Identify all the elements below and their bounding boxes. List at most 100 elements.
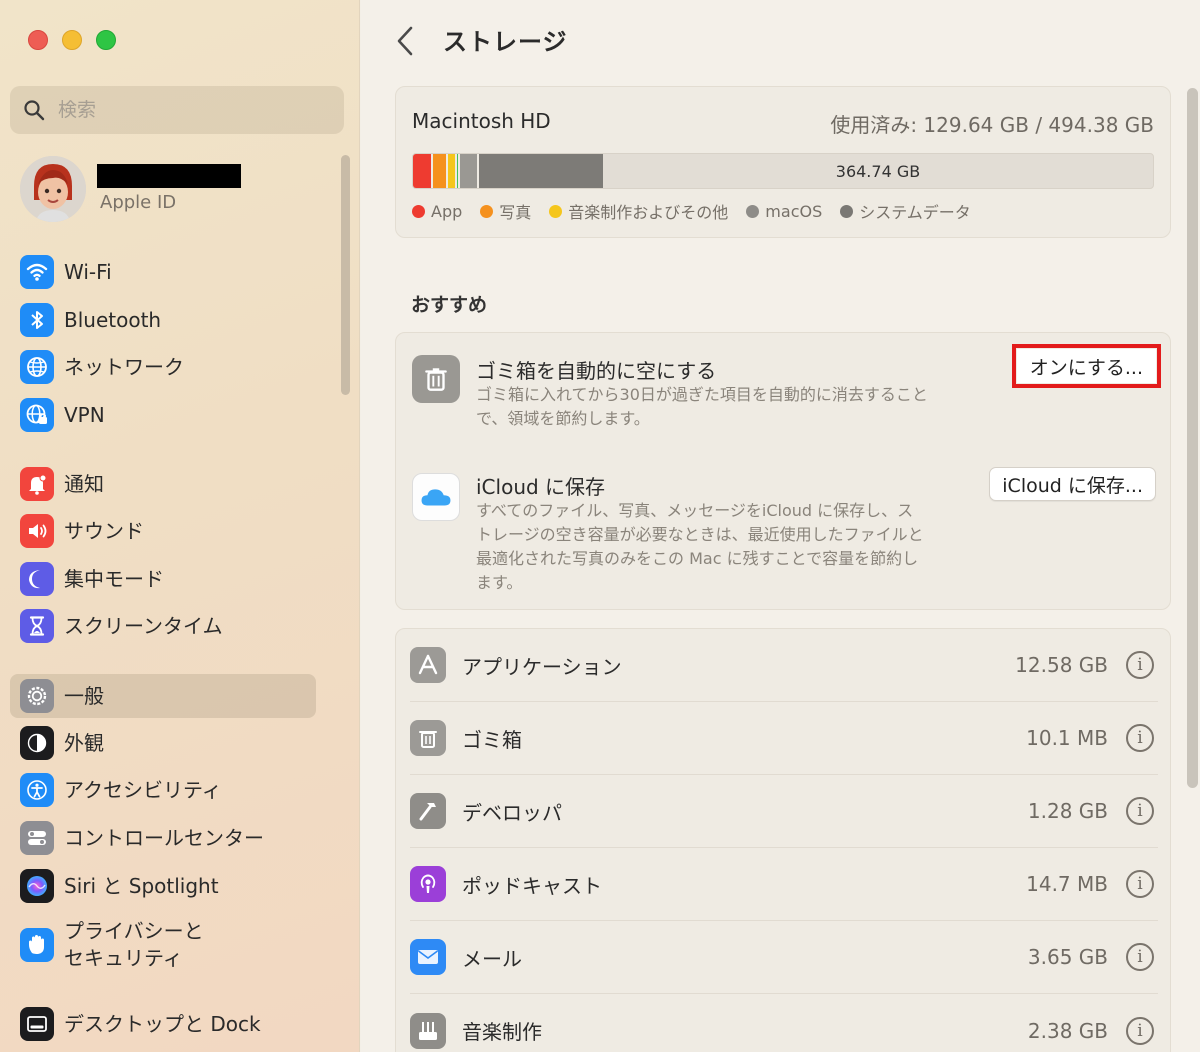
appearance-icon bbox=[20, 726, 54, 760]
storage-category-row[interactable]: ポッドキャスト 14.7 MB i bbox=[410, 848, 1158, 921]
sidebar-item-dock[interactable]: デスクトップと Dock bbox=[10, 1002, 316, 1046]
legend-label: システムデータ bbox=[859, 203, 971, 222]
sidebar-item-label: Wi-Fi bbox=[64, 259, 112, 284]
rec-desc-line: で、領域を節約します。 bbox=[476, 409, 650, 428]
legend-dot bbox=[840, 204, 854, 218]
storage-category-row[interactable]: アプリケーション 12.58 GB i bbox=[410, 629, 1158, 702]
disk-usage-card: Macintosh HD 使用済み: 129.64 GB / 494.38 GB… bbox=[395, 86, 1171, 238]
music-creation-icon bbox=[410, 1012, 446, 1049]
sidebar-item-vpn-globe[interactable]: VPN bbox=[10, 393, 316, 437]
sidebar-item-label: コントロールセンター bbox=[64, 825, 264, 850]
storage-usage-bar: 364.74 GB bbox=[412, 153, 1154, 189]
sidebar-item-label: 通知 bbox=[64, 471, 104, 496]
vpn-globe-icon bbox=[20, 398, 54, 432]
dock-icon bbox=[20, 1007, 54, 1041]
sidebar-item-bluetooth[interactable]: Bluetooth bbox=[10, 298, 316, 342]
info-icon[interactable]: i bbox=[1126, 1016, 1154, 1045]
globe-icon bbox=[20, 350, 54, 384]
rec-icloud: iCloud に保存 すべてのファイル、写真、メッセージをiCloud に保存し… bbox=[396, 453, 1170, 611]
sidebar-item-appearance[interactable]: 外観 bbox=[10, 721, 316, 765]
legend-item: App bbox=[412, 202, 462, 221]
toggles-icon bbox=[20, 821, 54, 855]
legend-item: システムデータ bbox=[840, 199, 971, 223]
back-chevron-icon[interactable] bbox=[393, 24, 417, 58]
avatar bbox=[20, 156, 86, 222]
sidebar-item-speaker[interactable]: サウンド bbox=[10, 509, 316, 553]
legend-label: 音楽制作およびその他 bbox=[568, 203, 729, 222]
store-in-icloud-button[interactable]: iCloud に保存... bbox=[989, 467, 1156, 501]
info-icon[interactable]: i bbox=[1126, 651, 1154, 679]
legend-label: App bbox=[431, 201, 463, 221]
info-icon[interactable]: i bbox=[1126, 797, 1154, 825]
legend-label: macOS bbox=[765, 201, 823, 221]
search-input[interactable] bbox=[58, 99, 318, 121]
storage-pane: ストレージ Macintosh HD 使用済み: 129.64 GB / 494… bbox=[361, 0, 1200, 1052]
sidebar-scrollbar[interactable] bbox=[341, 155, 350, 395]
search-icon bbox=[24, 100, 45, 121]
sidebar-item-label: プライバシーと セキュリティ bbox=[64, 919, 204, 970]
category-size: 12.58 GB bbox=[1015, 653, 1108, 677]
category-label: 音楽制作 bbox=[462, 1020, 542, 1044]
recommendations-card: ゴミ箱を自動的に空にする ゴミ箱に入れてから30日が過ぎた項目を自動的に消去する… bbox=[395, 332, 1171, 610]
info-icon[interactable]: i bbox=[1126, 724, 1154, 752]
rec-desc-line: すべてのファイル、写真、メッセージをiCloud に保存し、ス bbox=[476, 501, 914, 520]
sidebar-item-label: デスクトップと Dock bbox=[64, 1011, 261, 1036]
sidebar-item-label: アクセシビリティ bbox=[64, 777, 222, 802]
category-size: 14.7 MB bbox=[1026, 872, 1108, 896]
legend-dot bbox=[746, 204, 760, 218]
storage-categories-list: アプリケーション 12.58 GB i ゴミ箱 10.1 MB i デベロッパ 1.28 GB… bbox=[395, 628, 1171, 1052]
sidebar-item-gear[interactable]: 一般 bbox=[10, 674, 316, 718]
sidebar-item-label: スクリーンタイム bbox=[64, 613, 223, 638]
category-label: デベロッパ bbox=[462, 800, 562, 825]
storage-category-row[interactable]: デベロッパ 1.28 GB i bbox=[410, 775, 1158, 848]
hand-icon bbox=[20, 928, 54, 962]
category-size: 3.65 GB bbox=[1027, 945, 1108, 969]
moon-icon bbox=[20, 562, 54, 596]
zoom-button[interactable] bbox=[96, 30, 116, 50]
icloud-icon bbox=[412, 473, 460, 521]
storage-category-row[interactable]: ゴミ箱 10.1 MB i bbox=[410, 702, 1158, 775]
sidebar-item-siri[interactable]: Siri と Spotlight bbox=[10, 864, 316, 908]
trash-icon bbox=[412, 355, 460, 403]
siri-icon bbox=[20, 869, 54, 903]
page-title: ストレージ bbox=[443, 28, 568, 56]
main-scrollbar[interactable] bbox=[1187, 88, 1198, 788]
sidebar-item-hand[interactable]: プライバシーと セキュリティ bbox=[10, 915, 316, 975]
sidebar-item-label: Siri と Spotlight bbox=[64, 873, 219, 898]
rec-desc-line: ゴミ箱に入れてから30日が過ぎた項目を自動的に消去すること bbox=[476, 385, 928, 404]
legend-dot bbox=[480, 204, 494, 218]
rec-title: iCloud に保存 bbox=[476, 475, 606, 499]
storage-legend: App 写真 音楽制作およびその他 macOS システムデータ bbox=[412, 199, 971, 223]
sidebar-item-wifi[interactable]: Wi-Fi bbox=[10, 250, 316, 294]
info-icon[interactable]: i bbox=[1126, 943, 1154, 971]
search-field[interactable] bbox=[10, 86, 344, 134]
speaker-icon bbox=[20, 514, 54, 548]
hourglass-icon bbox=[20, 609, 54, 643]
recommendations-heading: おすすめ bbox=[411, 294, 488, 316]
sidebar-item-accessibility[interactable]: アクセシビリティ bbox=[10, 768, 316, 812]
storage-category-row[interactable]: 音楽制作 2.38 GB i bbox=[410, 994, 1158, 1052]
legend-dot bbox=[549, 204, 563, 218]
close-button[interactable] bbox=[28, 30, 48, 50]
sidebar-item-bell[interactable]: 通知 bbox=[10, 462, 316, 506]
info-icon[interactable]: i bbox=[1126, 870, 1154, 898]
sidebar-item-hourglass[interactable]: スクリーンタイム bbox=[10, 604, 316, 648]
sidebar-item-label: 集中モード bbox=[64, 566, 164, 591]
minimize-button[interactable] bbox=[62, 30, 82, 50]
sidebar-item-moon[interactable]: 集中モード bbox=[10, 557, 316, 601]
sidebar-item-globe[interactable]: ネットワーク bbox=[10, 345, 316, 389]
rec-desc-line: トレージの空き容量が必要なときは、最近使用したファイルと bbox=[476, 525, 924, 544]
legend-item: 写真 bbox=[480, 199, 531, 223]
sidebar-item-label: ネットワーク bbox=[64, 354, 184, 379]
disk-name: Macintosh HD bbox=[412, 109, 551, 133]
rec-empty-trash: ゴミ箱を自動的に空にする ゴミ箱に入れてから30日が過ぎた項目を自動的に消去する… bbox=[396, 333, 1170, 453]
turn-on-empty-trash-button[interactable]: オンにする... bbox=[1011, 344, 1162, 388]
storage-category-row[interactable]: メール 3.65 GB i bbox=[410, 921, 1158, 994]
legend-dot bbox=[412, 204, 425, 218]
sidebar-item-label: サウンド bbox=[64, 518, 144, 543]
category-label: ポッドキャスト bbox=[462, 873, 602, 898]
sidebar-item-toggles[interactable]: コントロールセンター bbox=[10, 816, 316, 860]
category-label: アプリケーション bbox=[462, 654, 622, 679]
apple-id-account[interactable]: Apple ID bbox=[20, 156, 340, 226]
category-size: 10.1 MB bbox=[1026, 726, 1108, 750]
